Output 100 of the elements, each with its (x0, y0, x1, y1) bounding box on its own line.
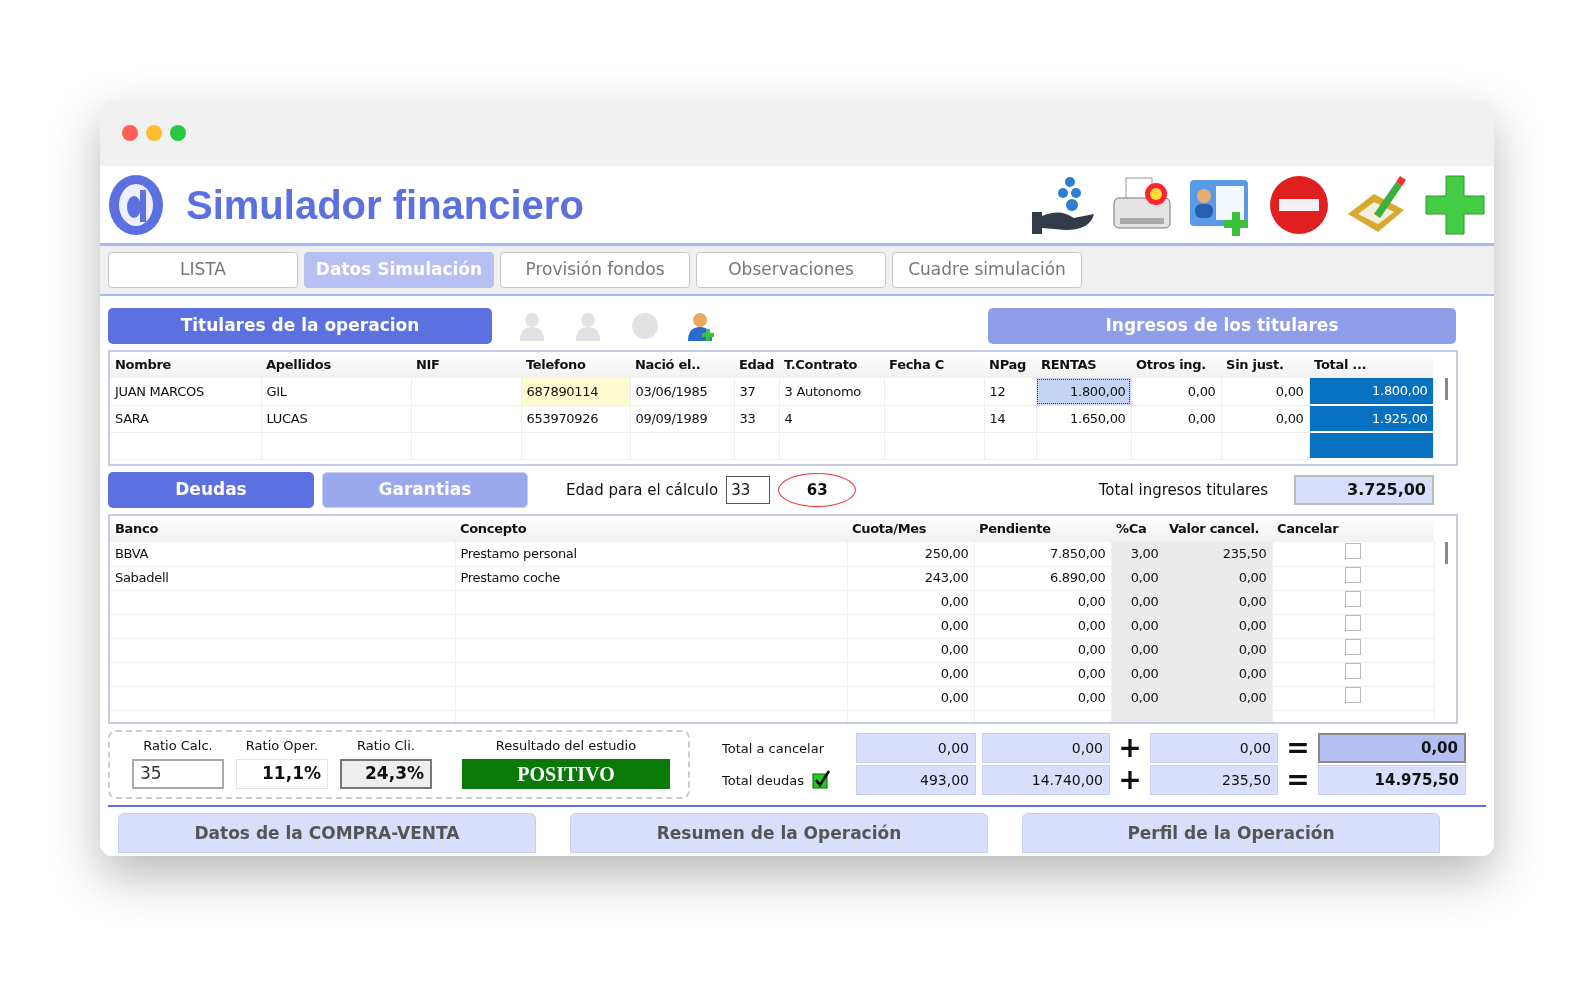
checkbox[interactable] (1345, 543, 1361, 559)
total-result: 14.975,50 (1318, 765, 1466, 796)
total-value: 493,00 (856, 765, 976, 796)
checkbox[interactable] (1345, 615, 1361, 632)
table-cell: 0,00 (1164, 638, 1272, 662)
table-cell: JUAN MARCOS (110, 378, 261, 405)
table-cell: 0,00 (847, 686, 974, 710)
table-cell: BBVA (110, 542, 455, 566)
ratio-value: 24,3% (340, 758, 432, 789)
tab[interactable]: Deudas (108, 472, 314, 508)
age-label: Edad para el cálculo (566, 479, 719, 501)
total-label: Total a cancelar (722, 739, 824, 758)
table-cell: 0,00 (1131, 405, 1222, 432)
total-value: 235,50 (1150, 765, 1278, 796)
no-entry-icon[interactable] (1268, 173, 1330, 236)
result-label: Resultado del estudio (495, 737, 637, 755)
table-cell: 0,00 (1164, 566, 1272, 590)
total-value: 0,00 (982, 733, 1110, 764)
table-cell: 0,00 (1221, 378, 1310, 405)
ratio-label: Ratio Oper. (245, 737, 319, 755)
equals-sign: = (1285, 766, 1311, 795)
section-header: Ingresos de los titulares (988, 308, 1456, 344)
ratio-label: Ratio Cli. (357, 737, 415, 755)
table-cell: 0,00 (1131, 378, 1222, 405)
checkbox[interactable] (1345, 663, 1361, 680)
table-cell: 12 (984, 378, 1037, 405)
checkbox[interactable] (1345, 567, 1361, 584)
tab[interactable]: Provisión fondos (500, 252, 690, 288)
table-cell: 235,50 (1164, 542, 1272, 566)
table-cell: 0,00 (974, 614, 1111, 638)
checkbox[interactable] (812, 770, 830, 791)
total-label: Total ingresos titulares (1098, 479, 1268, 501)
section-header: Titulares de la operacion (108, 308, 492, 344)
table-cell: 03/06/1985 (630, 378, 734, 405)
table-cell: 0,00 (1164, 614, 1272, 638)
table-cell: 250,00 (847, 542, 974, 566)
ratio-label: Ratio Calc. (143, 737, 213, 755)
minimize-dot[interactable] (146, 125, 162, 141)
total-value: 0,00 (856, 733, 976, 764)
equals-sign: = (1285, 734, 1311, 763)
scrollbar-thumb[interactable] (1445, 542, 1448, 564)
checkbox[interactable] (1345, 591, 1361, 608)
table-cell: 0,00 (1164, 590, 1272, 614)
table-cell: 0,00 (974, 686, 1111, 710)
table-cell: 14 (984, 405, 1037, 432)
table-cell: LUCAS (261, 405, 411, 432)
maximize-dot[interactable] (170, 125, 186, 141)
ratio-field[interactable]: 35 (132, 758, 224, 789)
table-cell: 0,00 (847, 614, 974, 638)
tab[interactable]: Perfil de la Operación (1022, 812, 1440, 853)
result-value: POSITIVO (462, 758, 670, 789)
table-cell: 0,00 (1164, 662, 1272, 686)
table-cell: 3 Autonomo (779, 378, 885, 405)
table-cell: 0,00 (974, 662, 1111, 686)
table-cell: 0,00 (847, 662, 974, 686)
table-cell: 09/09/1989 (630, 405, 734, 432)
table-cell: 7.850,00 (974, 542, 1111, 566)
app-title: Simulador financiero (186, 181, 584, 229)
table-cell: SARA (110, 405, 261, 432)
total-value: 0,00 (1150, 733, 1278, 764)
checkbox[interactable] (1345, 639, 1361, 656)
table-cell: 0,00 (974, 638, 1111, 662)
scrollbar-thumb[interactable] (1445, 378, 1448, 400)
table-cell: 1.650,00 (1036, 405, 1132, 432)
checkbox[interactable] (1345, 687, 1361, 704)
plus-sign: + (1117, 766, 1143, 795)
table-cell: 0,00 (847, 590, 974, 614)
logo-icon (108, 173, 164, 236)
total-value: 3.725,00 (1294, 475, 1434, 505)
table-cell: 653970926 (521, 405, 630, 432)
age-field[interactable]: 33 (726, 476, 771, 504)
plus-sign: + (1117, 734, 1143, 763)
total-result: 0,00 (1318, 733, 1466, 764)
table-cell: Prestamo coche (455, 566, 847, 590)
table-cell: 0,00 (847, 638, 974, 662)
table-cell: 4 (779, 405, 885, 432)
table-cell: 3,00 (1111, 542, 1164, 566)
tab[interactable]: LISTA (108, 252, 298, 288)
table-cell: 6.890,00 (974, 566, 1111, 590)
table-cell: 243,00 (847, 566, 974, 590)
add-person-icon[interactable] (686, 311, 716, 341)
table-cell: 37 (734, 378, 780, 405)
table-cell: Sabadell (110, 566, 455, 590)
total-value: 14.740,00 (982, 765, 1110, 796)
tab[interactable]: Observaciones (696, 252, 886, 288)
table-cell: 0,00 (974, 590, 1111, 614)
table-cell: 1.925,00 (1309, 405, 1434, 432)
table-cell: 687890114 (521, 378, 630, 405)
ratio-value: 11,1% (236, 758, 328, 789)
table-cell: 1.800,00 (1036, 378, 1132, 405)
tab[interactable]: Resumen de la Operación (570, 812, 988, 853)
table-cell: GIL (261, 378, 411, 405)
total-label: Total deudas (722, 771, 804, 790)
table-cell: 1.800,00 (1309, 378, 1434, 405)
table-cell: 0,00 (1221, 405, 1310, 432)
tab[interactable]: Cuadre simulación (892, 252, 1082, 288)
close-dot[interactable] (122, 125, 138, 141)
tab[interactable]: Datos de la COMPRA-VENTA (118, 812, 536, 853)
table-cell: 0,00 (1164, 686, 1272, 710)
plus-icon[interactable] (1424, 173, 1486, 236)
